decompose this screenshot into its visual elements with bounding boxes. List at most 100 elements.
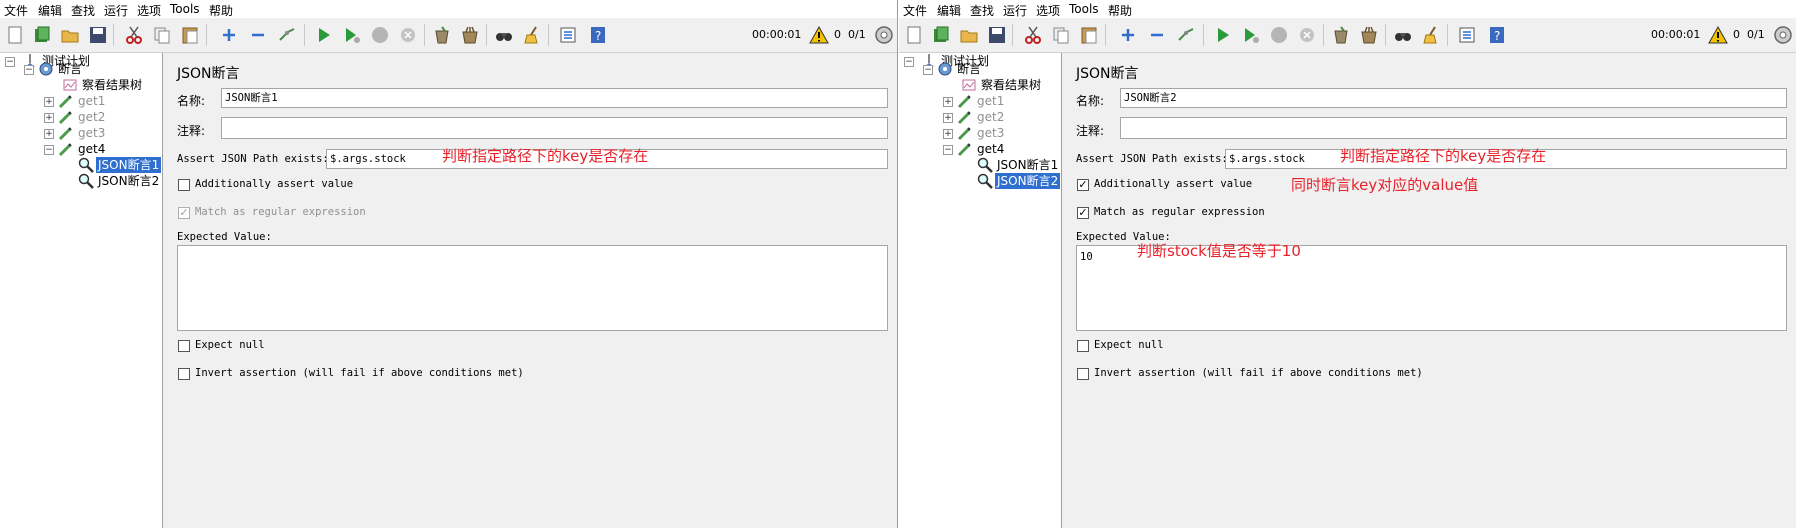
open-folder-icon[interactable] — [959, 25, 979, 45]
function-helper-icon[interactable] — [558, 25, 578, 45]
expand-toggle[interactable]: + — [44, 97, 54, 107]
additionally-assert-checkbox[interactable] — [178, 179, 190, 191]
expand-toggle[interactable]: + — [943, 113, 953, 123]
menu-search[interactable]: 查找 — [71, 2, 95, 19]
menu-edit[interactable]: 编辑 — [937, 2, 961, 19]
clear-icon[interactable] — [1331, 25, 1351, 45]
help-icon[interactable]: ? — [588, 25, 608, 45]
collapse-toggle[interactable]: − — [923, 65, 933, 75]
search-binoculars-icon[interactable] — [1393, 25, 1413, 45]
start-no-pause-icon[interactable] — [342, 25, 362, 45]
comment-field[interactable] — [221, 117, 888, 139]
cut-icon[interactable] — [124, 25, 144, 45]
name-field[interactable]: JSON断言1 — [221, 88, 888, 108]
shutdown-icon[interactable] — [1297, 25, 1317, 45]
warning-icon[interactable] — [809, 25, 829, 45]
open-folder-icon[interactable] — [60, 25, 80, 45]
menu-help[interactable]: 帮助 — [209, 2, 233, 19]
regex-checkbox[interactable]: ✓ — [1077, 207, 1089, 219]
assertion-magnifier-icon — [78, 157, 94, 173]
reset-search-broom-icon[interactable] — [1421, 25, 1441, 45]
toggle-icon[interactable] — [277, 25, 297, 45]
stop-icon[interactable] — [1269, 25, 1289, 45]
additionally-assert-label: Additionally assert value — [195, 178, 354, 190]
name-field[interactable]: JSON断言2 — [1120, 88, 1787, 108]
collapse-toggle[interactable]: − — [24, 65, 34, 75]
collapse-toggle[interactable]: − — [5, 57, 15, 67]
clear-icon[interactable] — [432, 25, 452, 45]
reset-search-broom-icon[interactable] — [522, 25, 542, 45]
menu-file[interactable]: 文件 — [903, 2, 927, 19]
additionally-assert-checkbox[interactable]: ✓ — [1077, 179, 1089, 191]
menu-help[interactable]: 帮助 — [1108, 2, 1132, 19]
expected-value-textarea[interactable] — [177, 245, 888, 331]
templates-icon[interactable] — [32, 25, 52, 45]
invert-assertion-checkbox[interactable] — [178, 368, 190, 380]
menu-file[interactable]: 文件 — [4, 2, 28, 19]
expand-toggle[interactable]: + — [943, 129, 953, 139]
collapse-all-icon[interactable] — [248, 25, 268, 45]
expand-toggle[interactable]: + — [943, 97, 953, 107]
comment-field[interactable] — [1120, 117, 1787, 139]
warning-icon[interactable] — [1708, 25, 1728, 45]
expand-all-icon[interactable] — [219, 25, 239, 45]
collapse-toggle[interactable]: − — [904, 57, 914, 67]
collapse-all-icon[interactable] — [1147, 25, 1167, 45]
menu-search[interactable]: 查找 — [970, 2, 994, 19]
menu-options[interactable]: 选项 — [137, 2, 161, 19]
remote-gear-icon[interactable] — [1773, 25, 1793, 45]
templates-icon[interactable] — [931, 25, 951, 45]
expect-null-checkbox[interactable] — [1077, 340, 1089, 352]
search-binoculars-icon[interactable] — [494, 25, 514, 45]
stop-icon[interactable] — [370, 25, 390, 45]
invert-assertion-checkbox[interactable] — [1077, 368, 1089, 380]
expand-toggle[interactable]: + — [44, 113, 54, 123]
remote-gear-icon[interactable] — [874, 25, 894, 45]
help-icon[interactable]: ? — [1487, 25, 1507, 45]
start-icon[interactable] — [314, 25, 334, 45]
menu-options[interactable]: 选项 — [1036, 2, 1060, 19]
new-file-icon[interactable] — [5, 25, 25, 45]
expand-toggle[interactable]: + — [44, 129, 54, 139]
collapse-toggle[interactable]: − — [943, 145, 953, 155]
function-helper-icon[interactable] — [1457, 25, 1477, 45]
menu-run[interactable]: 运行 — [1003, 2, 1027, 19]
tree-item-label: 察看结果树 — [82, 78, 143, 92]
start-icon[interactable] — [1213, 25, 1233, 45]
new-file-icon[interactable] — [904, 25, 924, 45]
elapsed-time: 00:00:01 — [1651, 28, 1701, 41]
regex-checkbox[interactable]: ✓ — [178, 207, 190, 219]
collapse-toggle[interactable]: − — [44, 145, 54, 155]
clear-all-icon[interactable] — [1359, 25, 1379, 45]
save-icon[interactable] — [987, 25, 1007, 45]
expect-null-label: Expect null — [195, 339, 265, 351]
test-plan-tree: − 测试计划 − 断言 察看结果树 + get1 + get2 + get3 − — [899, 53, 1062, 528]
json-path-label: Assert JSON Path exists: — [1076, 153, 1228, 165]
thread-group-gear-icon — [38, 61, 54, 77]
toggle-icon[interactable] — [1176, 25, 1196, 45]
start-no-pause-icon[interactable] — [1241, 25, 1261, 45]
shutdown-icon[interactable] — [398, 25, 418, 45]
tree-item-label: get4 — [78, 142, 106, 156]
expand-all-icon[interactable] — [1118, 25, 1138, 45]
tree-item-label: JSON断言1 — [96, 157, 162, 173]
cut-icon[interactable] — [1023, 25, 1043, 45]
save-icon[interactable] — [88, 25, 108, 45]
name-label: 名称: — [177, 94, 206, 108]
menu-tools[interactable]: Tools — [170, 2, 200, 16]
copy-icon[interactable] — [1051, 25, 1071, 45]
paste-icon[interactable] — [180, 25, 200, 45]
assertion-magnifier-icon — [977, 173, 993, 189]
sampler-pipette-icon — [957, 109, 973, 125]
copy-icon[interactable] — [152, 25, 172, 45]
menu-edit[interactable]: 编辑 — [38, 2, 62, 19]
elapsed-time: 00:00:01 — [752, 28, 802, 41]
menu-run[interactable]: 运行 — [104, 2, 128, 19]
expect-null-checkbox[interactable] — [178, 340, 190, 352]
svg-text:?: ? — [1494, 29, 1500, 43]
jmeter-window-left: 文件 编辑 查找 运行 选项 Tools 帮助 ? 00:00:01 0 0/1… — [0, 0, 898, 528]
menu-tools[interactable]: Tools — [1069, 2, 1099, 16]
clear-all-icon[interactable] — [460, 25, 480, 45]
tree-item-label: JSON断言2 — [995, 173, 1061, 189]
paste-icon[interactable] — [1079, 25, 1099, 45]
